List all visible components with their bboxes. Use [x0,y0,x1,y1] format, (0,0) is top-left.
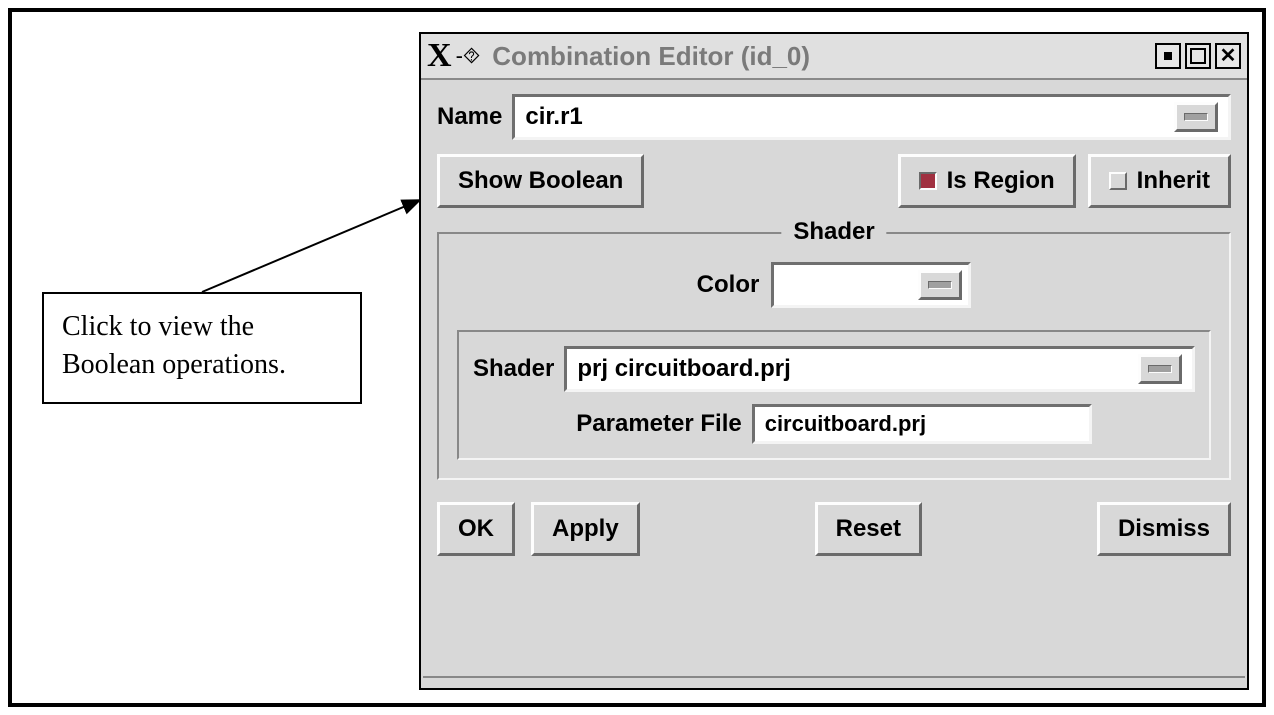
shader-value: prj circuitboard.prj [577,355,790,383]
dialog-button-row: OK Apply Reset Dismiss [437,502,1231,556]
name-value: cir.r1 [525,103,582,131]
shader-dropdown-icon[interactable] [1138,354,1182,384]
inherit-indicator-icon [1109,172,1127,190]
shader-label: Shader [473,355,554,383]
titlebar-right-icons: ✕ [1155,43,1241,69]
minimize-button[interactable] [1155,43,1181,69]
name-row: Name cir.r1 [437,94,1231,140]
x-logo-icon: X [427,39,452,73]
pin-icon[interactable]: -⯑ [456,45,481,67]
is-region-label: Is Region [947,167,1055,195]
ok-button[interactable]: OK [437,502,515,556]
color-label: Color [697,271,760,299]
show-boolean-button[interactable]: Show Boolean [437,154,644,208]
inherit-label: Inherit [1137,167,1210,195]
is-region-indicator-icon [919,172,937,190]
titlebar[interactable]: X -⯑ Combination Editor (id_0) ✕ [421,34,1247,80]
callout-box: Click to view the Boolean operations. [42,292,362,404]
shader-groupbox: Shader Color Shader prj circuitboard.prj [437,232,1231,480]
dismiss-button[interactable]: Dismiss [1097,502,1231,556]
shader-group-title: Shader [781,218,886,246]
parameter-file-input[interactable]: circuitboard.prj [752,404,1092,444]
apply-button[interactable]: Apply [531,502,640,556]
name-label: Name [437,103,502,131]
color-row: Color [457,262,1211,308]
shader-input[interactable]: prj circuitboard.prj [564,346,1195,392]
parameter-file-value: circuitboard.prj [765,411,926,437]
callout-text: Click to view the Boolean operations. [62,311,286,380]
is-region-toggle[interactable]: Is Region [898,154,1076,208]
reset-label: Reset [836,515,901,543]
inherit-toggle[interactable]: Inherit [1088,154,1231,208]
name-dropdown-icon[interactable] [1174,102,1218,132]
parameter-file-row: Parameter File circuitboard.prj [473,404,1195,444]
close-button[interactable]: ✕ [1215,43,1241,69]
parameter-file-label: Parameter File [576,410,741,438]
statusbar [423,676,1245,686]
ok-label: OK [458,515,494,543]
dismiss-label: Dismiss [1118,515,1210,543]
toolbar-row: Show Boolean Is Region Inherit [437,154,1231,208]
client-area: Name cir.r1 Show Boolean Is Region [421,80,1247,566]
name-input[interactable]: cir.r1 [512,94,1231,140]
figure-frame: Click to view the Boolean operations. X … [8,8,1266,707]
window-title: Combination Editor (id_0) [488,41,1147,72]
color-dropdown-icon[interactable] [918,270,962,300]
shader-row: Shader prj circuitboard.prj [473,346,1195,392]
shader-inner-group: Shader prj circuitboard.prj Parameter Fi… [457,330,1211,460]
show-boolean-label: Show Boolean [458,167,623,195]
apply-label: Apply [552,515,619,543]
combination-editor-window: X -⯑ Combination Editor (id_0) ✕ Name ci… [419,32,1249,690]
maximize-button[interactable] [1185,43,1211,69]
titlebar-left-icons: X -⯑ [427,39,480,73]
color-input[interactable] [771,262,971,308]
reset-button[interactable]: Reset [815,502,922,556]
